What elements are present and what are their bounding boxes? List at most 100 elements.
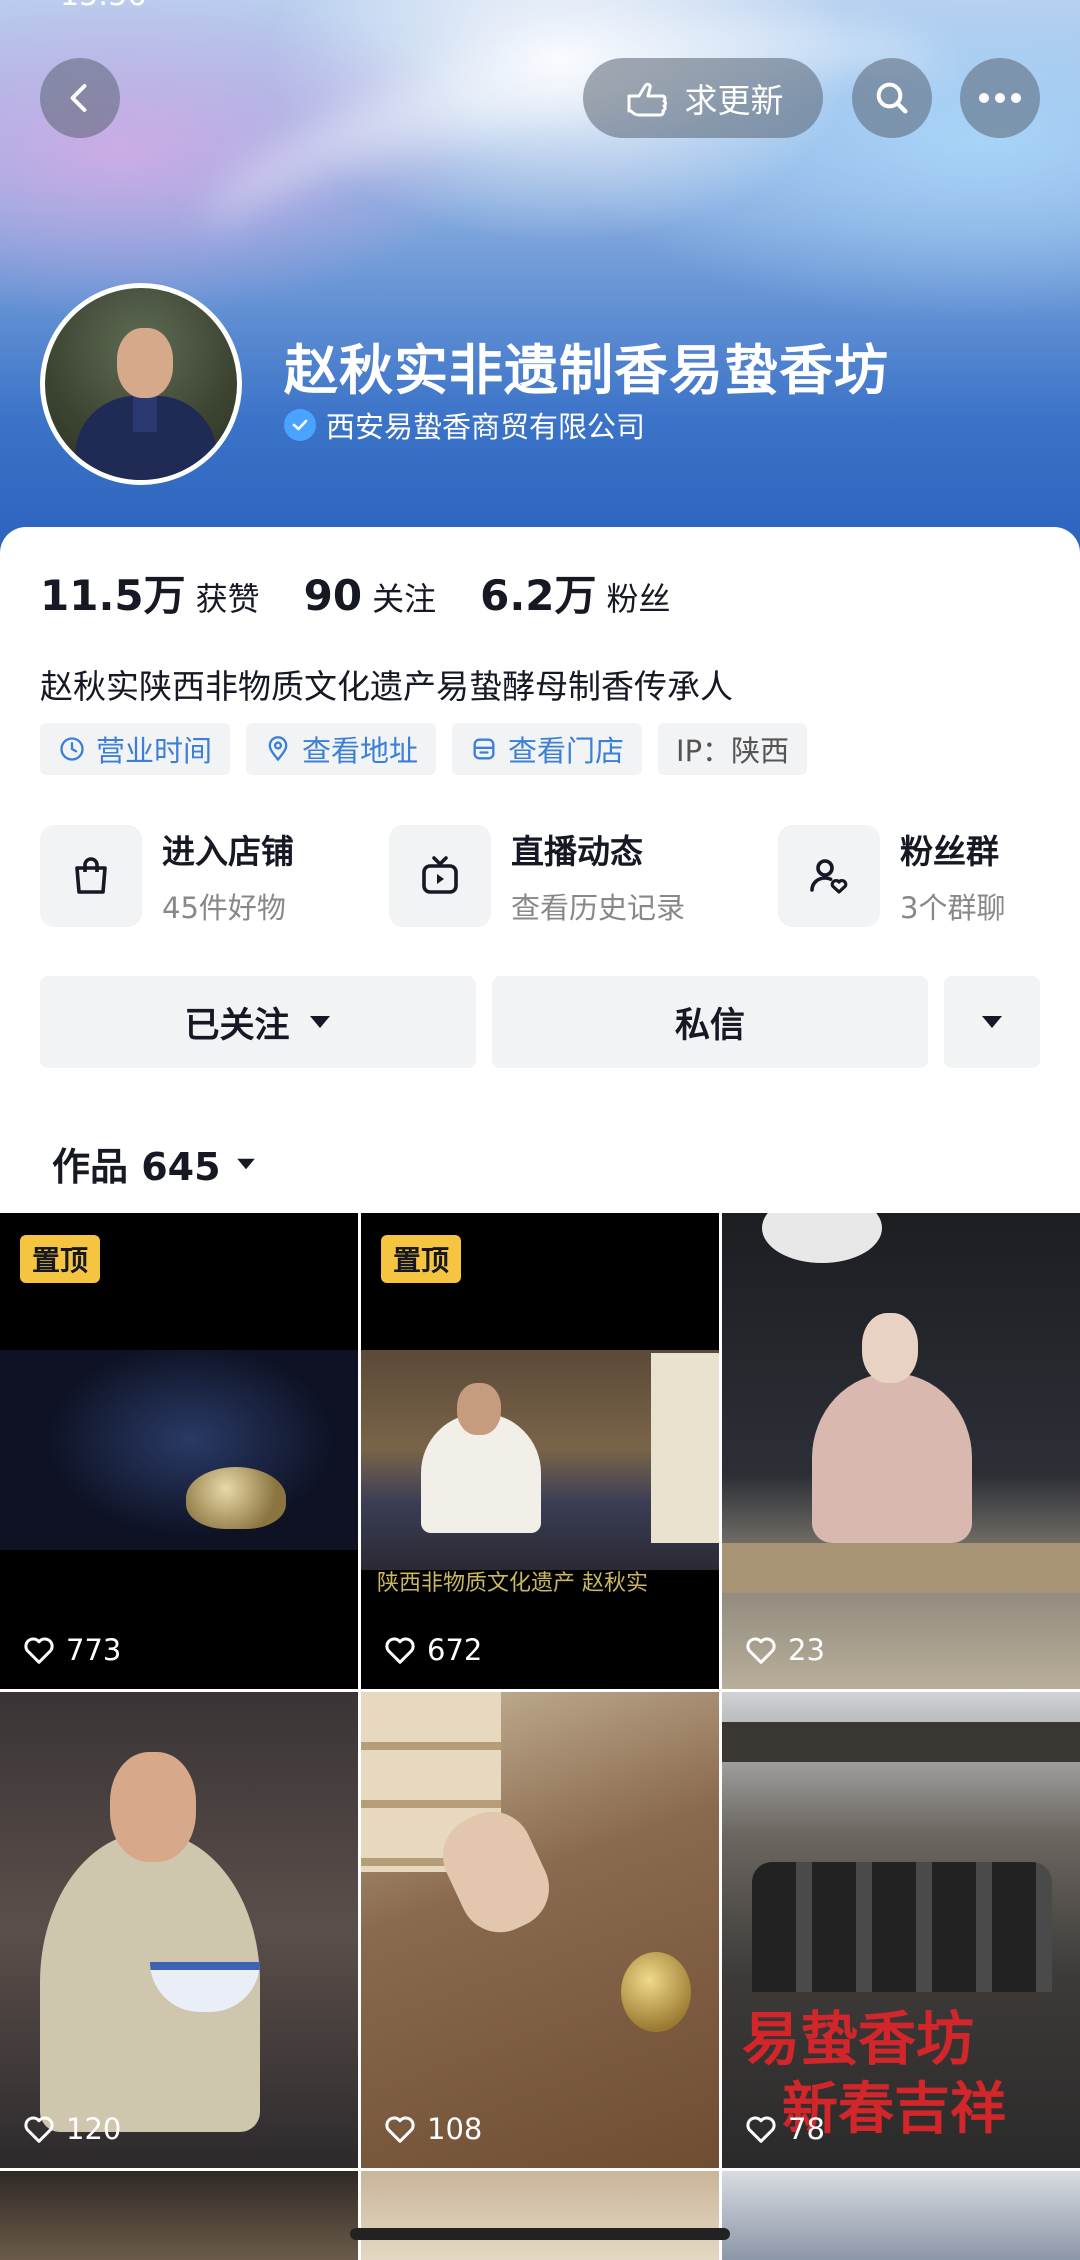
stat-label: 粉丝 (606, 580, 671, 618)
profile-tags: 营业时间 查看地址 查看门店 IP：陕西 (40, 723, 808, 775)
shortcut-title: 直播动态 (511, 832, 643, 871)
video-likes: 108 (383, 2112, 482, 2146)
followed-button[interactable]: 已关注 (40, 976, 476, 1068)
video-likes: 78 (744, 2112, 825, 2146)
tag-business-hours[interactable]: 营业时间 (40, 723, 231, 775)
video-tile[interactable] (0, 2171, 358, 2260)
likes-count: 78 (788, 2112, 825, 2146)
video-tile[interactable]: 120 (0, 1692, 358, 2168)
video-tile[interactable] (361, 2171, 719, 2260)
expand-recommendations-button[interactable] (944, 976, 1040, 1068)
person-shape (812, 1373, 972, 1543)
video-likes: 773 (22, 1633, 121, 1667)
video-grid: 置顶 773 陕西非物质文化遗产 赵秋实 置顶 672 23 120 108 易… (0, 1213, 1080, 2260)
more-dots-icon (979, 93, 1021, 103)
tag-view-store[interactable]: 查看门店 (452, 723, 643, 775)
stat-following[interactable]: 90 关注 (304, 571, 436, 620)
tag-view-address[interactable]: 查看地址 (246, 723, 437, 775)
heart-icon (24, 1637, 54, 1664)
works-tab[interactable]: 作品 645 (52, 1136, 257, 1191)
heart-icon (24, 2116, 54, 2143)
fan-group-icon (778, 825, 880, 927)
message-button[interactable]: 私信 (492, 976, 928, 1068)
heart-icon (385, 2116, 415, 2143)
tag-label: 查看门店 (508, 734, 625, 768)
shortcut-title: 进入店铺 (162, 832, 294, 871)
table-shape (722, 1543, 1080, 1593)
video-likes: 672 (383, 1633, 482, 1667)
shortcut-subtitle: 3个群聊 (900, 891, 1006, 925)
message-label: 私信 (674, 1005, 745, 1046)
stat-value: 11.5万 (40, 571, 186, 620)
search-icon (876, 82, 908, 114)
video-tile[interactable]: 陕西非物质文化遗产 赵秋实 置顶 672 (361, 1213, 719, 1689)
shortcut-title: 粉丝群 (900, 832, 999, 871)
building-eaves-shape (722, 1722, 1080, 1762)
video-tile[interactable]: 置顶 773 (0, 1213, 358, 1689)
video-tile[interactable]: 108 (361, 1692, 719, 2168)
tag-label: IP：陕西 (676, 734, 790, 768)
shortcut-shop[interactable]: 进入店铺 45件好物 (40, 825, 294, 927)
search-button[interactable] (852, 58, 932, 138)
stat-value: 6.2万 (480, 571, 597, 620)
video-thumbnail (0, 1350, 358, 1550)
clock-icon (60, 737, 84, 761)
store-icon (473, 738, 495, 760)
person-head-shape (457, 1383, 501, 1435)
stat-value: 90 (303, 571, 363, 620)
stat-label: 关注 (372, 580, 437, 618)
request-update-label: 求更新 (684, 81, 784, 120)
likes-count: 120 (66, 2112, 122, 2146)
shortcut-subtitle: 45件好物 (162, 891, 286, 925)
caret-down-icon (236, 1158, 255, 1169)
pinned-badge: 置顶 (20, 1235, 101, 1283)
followed-label: 已关注 (184, 1005, 290, 1046)
brass-vessel-shape (621, 1952, 691, 2032)
video-tile[interactable]: 易蛰香坊 新春吉祥 78 (722, 1692, 1080, 2168)
action-buttons: 已关注 私信 (40, 976, 1040, 1068)
verified-company[interactable]: 西安易蛰香商贸有限公司 (284, 404, 645, 446)
pinned-badge: 置顶 (381, 1235, 462, 1283)
video-tile[interactable] (722, 2171, 1080, 2260)
status-bar: 15:56 (0, 0, 1080, 13)
caret-down-icon (309, 1016, 330, 1028)
likes-count: 108 (427, 2112, 483, 2146)
tag-label: 营业时间 (96, 734, 213, 768)
home-indicator[interactable] (350, 2228, 730, 2240)
works-label: 作品 645 (52, 1145, 221, 1189)
shortcut-subtitle: 查看历史记录 (511, 891, 686, 925)
tag-ip-location: IP：陕西 (658, 723, 808, 775)
banner-decoration (183, 0, 977, 357)
likes-count: 23 (788, 1633, 825, 1667)
stat-likes: 11.5万 获赞 (40, 562, 260, 623)
calligraphy-scroll-shape (651, 1353, 719, 1543)
shortcut-row: 进入店铺 45件好物 直播动态 查看历史记录 粉丝群 3个群聊 (40, 825, 1040, 929)
video-tile[interactable]: 23 (722, 1213, 1080, 1689)
tv-icon (389, 825, 491, 927)
back-button[interactable] (40, 58, 120, 138)
company-name: 西安易蛰香商贸有限公司 (326, 410, 646, 444)
lantern-shape (762, 1213, 882, 1263)
stat-label: 获赞 (195, 580, 260, 618)
profile-stats: 11.5万 获赞 90 关注 6.2万 粉丝 (40, 562, 671, 623)
video-likes: 23 (744, 1633, 825, 1667)
avatar[interactable] (40, 283, 242, 485)
person-head-shape (862, 1313, 918, 1383)
shortcut-fan-group[interactable]: 粉丝群 3个群聊 (778, 825, 1005, 927)
shortcut-live[interactable]: 直播动态 查看历史记录 (389, 825, 685, 927)
caret-down-icon (982, 1016, 1002, 1028)
person-head-shape (110, 1752, 196, 1862)
more-button[interactable] (960, 58, 1040, 138)
likes-count: 773 (66, 1633, 122, 1667)
request-update-button[interactable]: 求更新 (583, 58, 823, 138)
profile-bio: 赵秋实陕西非物质文化遗产易蛰酵母制香传承人 (40, 667, 733, 706)
stat-followers[interactable]: 6.2万 粉丝 (480, 562, 670, 623)
incense-burner-shape (186, 1467, 286, 1529)
verified-check-icon (284, 409, 316, 441)
group-of-people-shape (752, 1862, 1052, 1992)
avatar-figure-face (117, 328, 173, 398)
likes-count: 672 (427, 1633, 483, 1667)
heart-icon (746, 1637, 776, 1664)
pointing-hand-icon (627, 82, 667, 117)
heart-icon (385, 1637, 415, 1664)
